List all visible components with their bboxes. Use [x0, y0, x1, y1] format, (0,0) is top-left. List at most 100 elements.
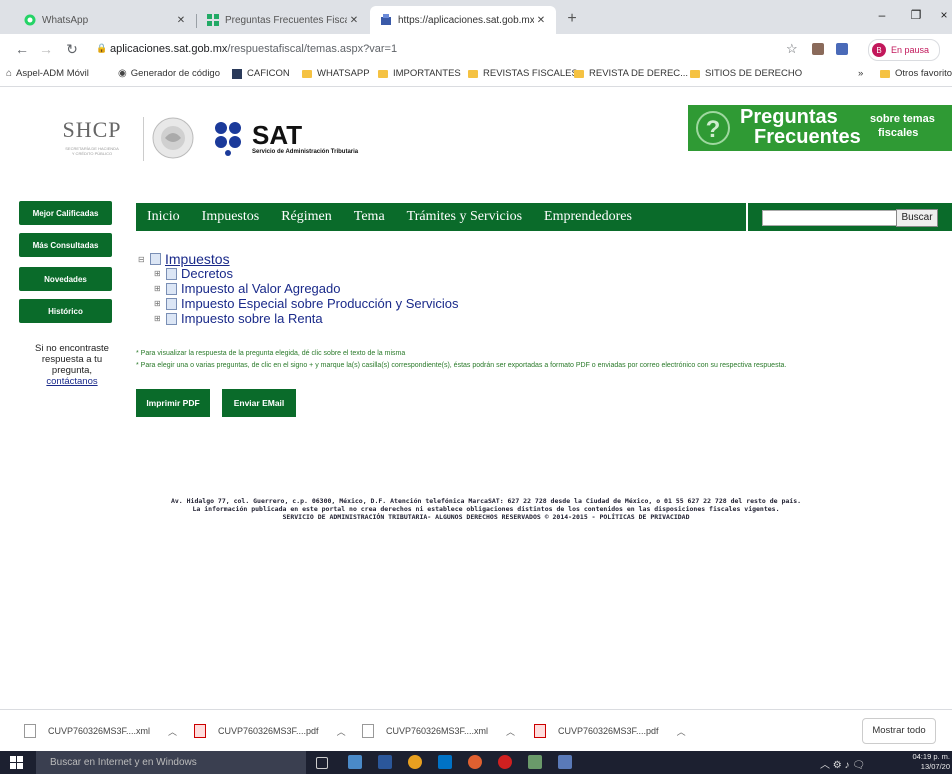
- forward-arrow-icon[interactable]: →: [36, 39, 56, 59]
- tab-aplicaciones-sat[interactable]: https://aplicaciones.sat.gob.mx/r ✕: [370, 6, 556, 34]
- file-explorer-icon[interactable]: [348, 755, 362, 769]
- minimize-button[interactable]: –: [872, 8, 892, 22]
- address-row: ← → ↻ 🔒 aplicaciones.sat.gob.mx/respuest…: [0, 34, 952, 64]
- folder-icon: [166, 282, 177, 295]
- bookmark-aspel[interactable]: ⌂ Aspel-ADM Móvil: [6, 68, 89, 79]
- tree-item-isr[interactable]: ⊞ Impuesto sobre la Renta: [154, 311, 323, 326]
- close-icon[interactable]: ✕: [347, 15, 361, 26]
- tree-item-label[interactable]: Impuesto al Valor Agregado: [181, 281, 340, 296]
- bookmark-generador[interactable]: ◉ Generador de código: [118, 68, 220, 79]
- download-item[interactable]: CUVP760326MS3F....xml ︿: [362, 724, 515, 738]
- new-tab-button[interactable]: +: [563, 10, 581, 28]
- menu-item-inicio[interactable]: Inicio: [147, 209, 180, 225]
- instruction-note: * Para elegir una o varias preguntas, de…: [136, 362, 787, 369]
- tree-item-iva[interactable]: ⊞ Impuesto al Valor Agregado: [154, 281, 340, 296]
- task-view-icon[interactable]: [316, 757, 328, 769]
- close-icon[interactable]: ✕: [174, 15, 188, 26]
- send-email-button[interactable]: Enviar EMail: [222, 389, 296, 417]
- chevron-up-icon[interactable]: ︿: [168, 725, 177, 738]
- back-arrow-icon[interactable]: ←: [12, 39, 32, 59]
- bookmark-caficon[interactable]: CAFICON: [232, 68, 290, 79]
- tree-item-label[interactable]: Impuesto sobre la Renta: [181, 311, 323, 326]
- expand-icon[interactable]: ⊞: [154, 284, 164, 293]
- sidebar-item-mejor-calificadas[interactable]: Mejor Calificadas: [19, 201, 112, 225]
- bookmark-revista-derecho[interactable]: REVISTA DE DEREC...: [574, 68, 688, 79]
- search-area: Buscar: [746, 203, 952, 231]
- chevron-up-icon[interactable]: ︿: [506, 725, 515, 738]
- caficon-icon: [232, 68, 242, 79]
- bookmarks-bar: ⌂ Aspel-ADM Móvil ◉ Generador de código CA…: [0, 64, 952, 87]
- bookmark-importantes[interactable]: IMPORTANTES: [378, 68, 461, 79]
- profile-button[interactable]: B En pausa: [868, 39, 940, 61]
- page-icon: [380, 14, 392, 26]
- app-icon[interactable]: [468, 755, 482, 769]
- shcp-subtitle: Y CRÉDITO PÚBLICO: [71, 151, 113, 156]
- folder-icon: [166, 297, 177, 310]
- sidebar-item-historico[interactable]: Histórico: [19, 299, 112, 323]
- tree-item-ieps[interactable]: ⊞ Impuesto Especial sobre Producción y Se…: [154, 296, 458, 311]
- system-tray-icons[interactable]: ︿ ⚙ ♪ 🗨: [820, 756, 865, 771]
- tab-whatsapp[interactable]: WhatsApp ✕: [14, 6, 196, 34]
- expand-icon[interactable]: ⊞: [154, 299, 164, 308]
- print-pdf-button[interactable]: Imprimir PDF: [136, 389, 210, 417]
- folder-icon: [574, 69, 584, 78]
- reload-icon[interactable]: ↻: [62, 39, 82, 59]
- banner-title: Frecuentes: [754, 126, 861, 148]
- pdf-file-icon: [194, 724, 206, 738]
- download-item[interactable]: CUVP760326MS3F....pdf ︿: [534, 724, 686, 738]
- bookmarks-more-button[interactable]: »: [858, 68, 863, 79]
- folder-icon: [302, 69, 312, 78]
- chevron-up-icon[interactable]: ︿: [677, 725, 686, 738]
- chrome-icon[interactable]: [408, 755, 422, 769]
- menu-item-emprendedores[interactable]: Emprendedores: [544, 209, 632, 225]
- bookmark-star-icon[interactable]: ☆: [786, 41, 798, 57]
- download-item[interactable]: CUVP760326MS3F....xml ︿: [24, 724, 177, 738]
- expand-icon[interactable]: ⊞: [154, 269, 164, 278]
- shcp-logo: SHCP SECRETARÍA DE HACIENDA Y CRÉDITO PÚ…: [42, 117, 142, 156]
- bookmark-label: Aspel-ADM Móvil: [16, 68, 89, 79]
- expand-icon[interactable]: ⊞: [154, 314, 164, 323]
- sidebar-item-novedades[interactable]: Novedades: [19, 267, 112, 291]
- download-item[interactable]: CUVP760326MS3F....pdf ︿: [194, 724, 346, 738]
- search-input[interactable]: [762, 210, 898, 226]
- tree-root[interactable]: ⊟ Impuestos: [138, 251, 230, 267]
- profile-status: En pausa: [891, 45, 930, 55]
- divider: [143, 117, 144, 161]
- app-icon[interactable]: [528, 755, 542, 769]
- restore-button[interactable]: ❐: [906, 8, 926, 22]
- clock[interactable]: 04:19 p. m. 13/07/20: [906, 752, 950, 772]
- menu-item-tema[interactable]: Tema: [354, 209, 385, 225]
- tree-item-label[interactable]: Decretos: [181, 266, 233, 281]
- windows-start-icon[interactable]: [10, 756, 23, 769]
- close-icon[interactable]: ✕: [534, 15, 548, 26]
- close-window-button[interactable]: ×: [934, 8, 952, 22]
- url-host: aplicaciones.sat.gob.mx: [110, 43, 228, 55]
- extension-icon[interactable]: [836, 43, 848, 55]
- folder-icon: [468, 69, 478, 78]
- menu-item-tramites[interactable]: Trámites y Servicios: [407, 209, 522, 225]
- app-icon[interactable]: [558, 755, 572, 769]
- word-icon[interactable]: [378, 755, 392, 769]
- bookmark-whatsapp[interactable]: WHATSAPP: [302, 68, 370, 79]
- search-button[interactable]: Buscar: [896, 209, 938, 227]
- menu-item-regimen[interactable]: Régimen: [281, 209, 332, 225]
- bookmark-otros[interactable]: Otros favoritos: [880, 68, 952, 79]
- show-all-downloads-button[interactable]: Mostrar todo: [862, 718, 936, 744]
- chevron-up-icon[interactable]: ︿: [337, 725, 346, 738]
- outlook-icon[interactable]: [438, 755, 452, 769]
- url-bar[interactable]: aplicaciones.sat.gob.mx/respuestafiscal/…: [110, 39, 800, 59]
- bookmark-sitios[interactable]: SITIOS DE DERECHO: [690, 68, 802, 79]
- sat-logo: SAT Servicio de Administración Tributari…: [214, 121, 414, 161]
- tab-preguntas-frecuentes[interactable]: Preguntas Frecuentes Fiscales - ( ✕: [197, 6, 369, 34]
- extension-icon[interactable]: [812, 43, 824, 55]
- opera-icon[interactable]: [498, 755, 512, 769]
- sidebar-item-mas-consultadas[interactable]: Más Consultadas: [19, 233, 112, 257]
- collapse-icon[interactable]: ⊟: [138, 255, 148, 264]
- tree-root-label[interactable]: Impuestos: [165, 251, 230, 267]
- tree-item-decretos[interactable]: ⊞ Decretos: [154, 266, 233, 281]
- contact-link[interactable]: contáctanos: [22, 376, 122, 387]
- taskbar-search[interactable]: Buscar en Internet y en Windows: [36, 751, 306, 774]
- menu-item-impuestos[interactable]: Impuestos: [202, 209, 260, 225]
- tree-item-label[interactable]: Impuesto Especial sobre Producción y Ser…: [181, 296, 458, 311]
- bookmark-revistas[interactable]: REVISTAS FISCALES: [468, 68, 578, 79]
